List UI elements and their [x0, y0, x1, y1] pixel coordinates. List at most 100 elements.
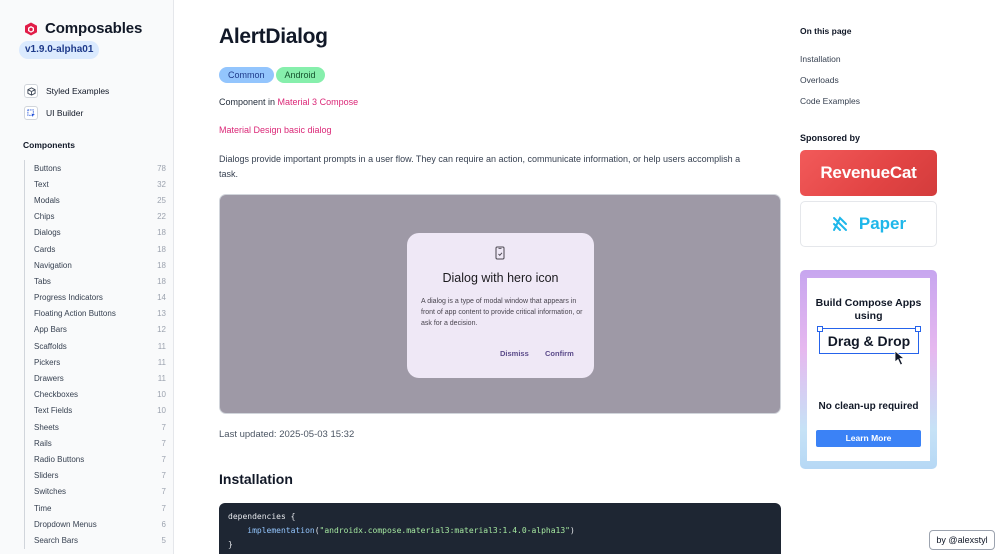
sidebar-item-scaffolds[interactable]: Scaffolds 11 [25, 338, 166, 354]
item-count: 5 [161, 535, 166, 545]
sponsor-paper[interactable]: Paper [800, 201, 937, 247]
ad-headline-2: using [854, 310, 883, 322]
sidebar-item-floating-action-buttons[interactable]: Floating Action Buttons 13 [25, 306, 166, 322]
sidebar-item-time[interactable]: Time 7 [25, 500, 166, 516]
sidebar-item-radio-buttons[interactable]: Radio Buttons 7 [25, 451, 166, 467]
item-count: 7 [161, 438, 166, 448]
cube-icon [24, 84, 38, 98]
sidebar-link-styled-examples[interactable]: Styled Examples [24, 84, 109, 98]
alert-dialog: Dialog with hero icon A dialog is a type… [407, 233, 594, 378]
item-label: Dialogs [34, 228, 61, 238]
item-count: 11 [157, 341, 166, 351]
item-count: 7 [161, 454, 166, 464]
sponsor-revenuecat[interactable]: RevenueCat [800, 150, 937, 196]
item-label: Scaffolds [34, 341, 67, 351]
page-title: AlertDialog [219, 25, 328, 48]
version-badge[interactable]: v1.9.0-alpha01 [19, 41, 100, 59]
item-count: 11 [157, 357, 166, 367]
sidebar-item-sliders[interactable]: Sliders 7 [25, 468, 166, 484]
item-label: Navigation [34, 260, 72, 270]
sidebar-item-navigation[interactable]: Navigation 18 [25, 257, 166, 273]
item-label: Buttons [34, 163, 62, 173]
item-label: Switches [34, 487, 67, 497]
sidebar-item-tabs[interactable]: Tabs 18 [25, 273, 166, 289]
item-label: Sliders [34, 471, 59, 481]
item-count: 25 [157, 195, 166, 205]
mouse-pointer-icon [894, 350, 906, 366]
sidebar-item-pickers[interactable]: Pickers 11 [25, 354, 166, 370]
component-preview: Dialog with hero icon A dialog is a type… [219, 194, 781, 414]
sidebar-item-modals[interactable]: Modals 25 [25, 192, 166, 208]
item-label: App Bars [34, 325, 67, 335]
sidebar-item-app-bars[interactable]: App Bars 12 [25, 322, 166, 338]
sidebar-item-progress-indicators[interactable]: Progress Indicators 14 [25, 290, 166, 306]
sidebar-link-label: Styled Examples [46, 86, 110, 96]
tag-android[interactable]: Android [275, 67, 325, 83]
toc-item-overloads[interactable]: Overloads [800, 75, 839, 85]
item-count: 10 [157, 406, 166, 416]
sidebar-item-chips[interactable]: Chips 22 [25, 209, 166, 225]
revenuecat-logo: RevenueCat [820, 163, 917, 182]
sidebar-item-cards[interactable]: Cards 18 [25, 241, 166, 257]
learn-more-button[interactable]: Learn More [816, 430, 921, 447]
code-line: dependencies { [228, 512, 296, 521]
sidebar-item-sheets[interactable]: Sheets 7 [25, 419, 166, 435]
item-label: Checkboxes [34, 390, 79, 400]
toc-item-installation[interactable]: Installation [800, 54, 841, 64]
credit-badge[interactable]: by @alexstyl [929, 530, 995, 550]
item-label: Radio Buttons [34, 454, 85, 464]
confirm-button[interactable]: Confirm [545, 349, 574, 358]
sidebar-item-drawers[interactable]: Drawers 11 [25, 370, 166, 386]
item-label: Progress Indicators [34, 293, 103, 303]
item-count: 6 [161, 519, 166, 529]
sidebar-item-buttons[interactable]: Buttons 78 [25, 160, 166, 176]
paper-logo-text: Paper [858, 214, 907, 233]
item-count: 18 [157, 260, 166, 270]
brand-name: Composables [45, 20, 143, 37]
dialog-text: A dialog is a type of modal window that … [421, 298, 583, 327]
paper-logo-icon [832, 216, 847, 231]
item-label: Sheets [34, 422, 59, 432]
component-in-prefix: Component in [219, 97, 278, 107]
item-count: 7 [161, 487, 166, 497]
sidebar-item-checkboxes[interactable]: Checkboxes 10 [25, 387, 166, 403]
item-count: 13 [157, 309, 166, 319]
code-string: "androidx.compose.material3:material3:1.… [319, 526, 570, 535]
material-design-link[interactable]: Material Design basic dialog [219, 125, 332, 135]
item-label: Cards [34, 244, 56, 254]
tag-common[interactable]: Common [219, 67, 274, 83]
item-label: Text [34, 179, 49, 189]
item-count: 78 [157, 163, 166, 173]
last-updated: Last updated: 2025-05-03 15:32 [219, 429, 355, 440]
item-label: Drawers [34, 374, 64, 384]
dismiss-button[interactable]: Dismiss [500, 349, 529, 358]
toc-item-code-examples[interactable]: Code Examples [800, 96, 860, 106]
sponsor-ad[interactable]: Build Compose Apps using Drag & Drop No … [800, 270, 937, 469]
sidebar-item-text-fields[interactable]: Text Fields 10 [25, 403, 166, 419]
sponsored-heading: Sponsored by [800, 133, 861, 143]
item-label: Rails [34, 438, 52, 448]
item-label: Search Bars [34, 535, 79, 545]
component-in-line: Component in Material 3 Compose [219, 97, 358, 107]
sidebar-item-dropdown-menus[interactable]: Dropdown Menus 6 [25, 516, 166, 532]
brand[interactable]: Composables [24, 20, 142, 37]
code-line: implementation("androidx.compose.materia… [247, 526, 575, 535]
item-label: Modals [34, 195, 60, 205]
installation-heading: Installation [219, 471, 293, 487]
sidebar-item-text[interactable]: Text 32 [25, 176, 166, 192]
item-count: 18 [157, 228, 166, 238]
sidebar-item-switches[interactable]: Switches 7 [25, 484, 166, 500]
sidebar-item-search-bars[interactable]: Search Bars 5 [25, 532, 166, 548]
sidebar-link-ui-builder[interactable]: UI Builder [24, 106, 83, 120]
item-label: Pickers [34, 357, 61, 367]
phone-check-icon [495, 246, 505, 260]
material3-compose-link[interactable]: Material 3 Compose [278, 97, 359, 107]
item-count: 7 [161, 422, 166, 432]
sidebar-item-rails[interactable]: Rails 7 [25, 435, 166, 451]
tags: Common Android [219, 67, 327, 83]
code-block[interactable]: dependencies { implementation("androidx.… [219, 503, 781, 554]
item-count: 12 [157, 325, 166, 335]
sidebar-item-dialogs[interactable]: Dialogs 18 [25, 225, 166, 241]
code-line: } [228, 540, 233, 549]
dialog-title: Dialog with hero icon [442, 271, 559, 285]
